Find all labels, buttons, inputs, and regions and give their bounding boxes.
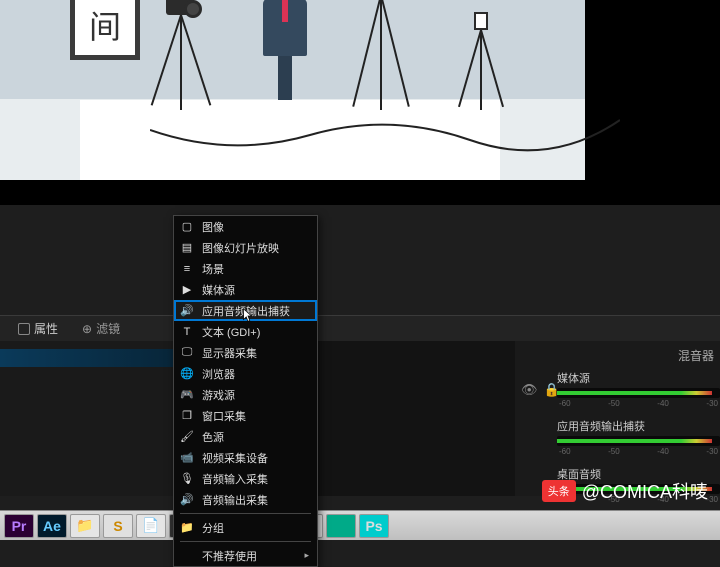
menu-item-label: 图像 [202,219,224,235]
menu-item-browser[interactable]: 🌐 浏览器 [174,363,317,384]
menu-item-aout[interactable]: 🔊 音频输出采集 [174,489,317,510]
menu-item-color[interactable]: 🖌 色源 [174,426,317,447]
menu-item-group[interactable]: 📁 分组 [174,517,317,538]
track-label: 应用音频输出捕获 [557,418,720,434]
audio-meter [557,436,720,446]
eye-icon[interactable]: 👁 [521,382,538,398]
group-icon: 📁 [180,521,194,535]
menu-item-scene[interactable]: ≡ 场景 [174,258,317,279]
menu-item-sub[interactable]: 不推荐使用 [174,545,317,566]
blank-icon [180,549,194,563]
text-icon: T [180,325,194,339]
menu-item-ain[interactable]: 🎙 音频输入采集 [174,468,317,489]
image-icon: ▢ [180,220,194,234]
cursor-icon [242,308,254,324]
scene-icon: ≡ [180,262,194,276]
menu-item-label: 媒体源 [202,282,235,298]
list-icon [18,323,30,335]
audio-out-icon: 🔊 [180,304,194,318]
tab-filters[interactable]: ⊕ 滤镜 [70,317,132,341]
menu-item-label: 音频输入采集 [202,471,268,487]
browser-icon: 🌐 [180,367,194,381]
mixer-track: 👁🔒媒体源-60-50-40-30 [519,370,720,408]
selected-source-row[interactable] [0,349,179,367]
watermark-text: @COMICA科唛 [582,478,708,504]
menu-item-vcap[interactable]: 📹 视频采集设备 [174,447,317,468]
menu-item-game[interactable]: 🎮 游戏源 [174,384,317,405]
properties-tab-bar: 属性 ⊕ 滤镜 [0,315,720,341]
menu-item-label: 文本 (GDI+) [202,324,260,340]
watermark-badge: 头条 [542,480,576,502]
menu-item-image[interactable]: ▢ 图像 [174,216,317,237]
aout-icon: 🔊 [180,493,194,507]
preview-area: 间 [0,0,720,205]
taskbar-app[interactable]: S [103,514,133,538]
menu-item-label: 图像幻灯片放映 [202,240,279,256]
tab-label: 滤镜 [96,320,120,337]
watermark: 头条 @COMICA科唛 [542,478,708,504]
scene-label-box: 间 [70,0,140,60]
mixer-title: 混音器 [519,345,720,370]
taskbar-app-pr[interactable]: Pr [4,514,34,538]
menu-item-display[interactable]: 🖵 显示器采集 [174,342,317,363]
menu-item-label: 视频采集设备 [202,450,268,466]
menu-item-label: 游戏源 [202,387,235,403]
add-source-menu: ▢图像▤图像幻灯片放映≡场景▶媒体源🔊应用音频输出捕获T文本 (GDI+)🖵显示… [173,215,318,567]
menu-item-label: 浏览器 [202,366,235,382]
menu-item-media[interactable]: ▶ 媒体源 [174,279,317,300]
menu-item-label: 场景 [202,261,224,277]
person-graphic [255,0,315,110]
menu-item-window[interactable]: ❐ 窗口采集 [174,405,317,426]
vcap-icon: 📹 [180,451,194,465]
track-label: 媒体源 [557,370,720,386]
window-icon: ❐ [180,409,194,423]
menu-item-label: 不推荐使用 [202,548,257,564]
menu-item-label: 显示器采集 [202,345,257,361]
game-icon: 🎮 [180,388,194,402]
slideshow-icon: ▤ [180,241,194,255]
audio-meter [557,388,720,398]
color-icon: 🖌 [180,430,194,444]
media-icon: ▶ [180,283,194,297]
meter-ticks: -60-50-40-30 [557,399,720,408]
audio-mixer-panel: 混音器 👁🔒媒体源-60-50-40-30应用音频输出捕获-60-50-40-3… [515,341,720,496]
taskbar-app[interactable]: Ps [359,514,389,538]
taskbar-app-ae[interactable]: Ae [37,514,67,538]
tab-properties[interactable]: 属性 [6,317,70,341]
cable-graphic [150,110,620,160]
menu-item-label: 窗口采集 [202,408,246,424]
studio-scene: 间 [0,0,585,180]
meter-ticks: -60-50-40-30 [557,447,720,456]
taskbar: Pr Ae 📁 S 📄 ⊙ ▣ ▣ ▦ Ps [0,510,720,540]
menu-item-slideshow[interactable]: ▤ 图像幻灯片放映 [174,237,317,258]
tab-label: 属性 [34,320,58,337]
menu-item-label: 音频输出采集 [202,492,268,508]
taskbar-app[interactable]: 📁 [70,514,100,538]
menu-item-label: 分组 [202,520,224,536]
filter-icon: ⊕ [82,322,92,336]
sources-panel [0,341,180,496]
ain-icon: 🎙 [180,472,194,486]
menu-item-label: 色源 [202,429,224,445]
taskbar-app[interactable]: 📄 [136,514,166,538]
mixer-track: 应用音频输出捕获 -60-50-40-30 [519,418,720,456]
menu-item-text[interactable]: T 文本 (GDI+) [174,321,317,342]
display-icon: 🖵 [180,346,194,360]
taskbar-app[interactable] [326,514,356,538]
